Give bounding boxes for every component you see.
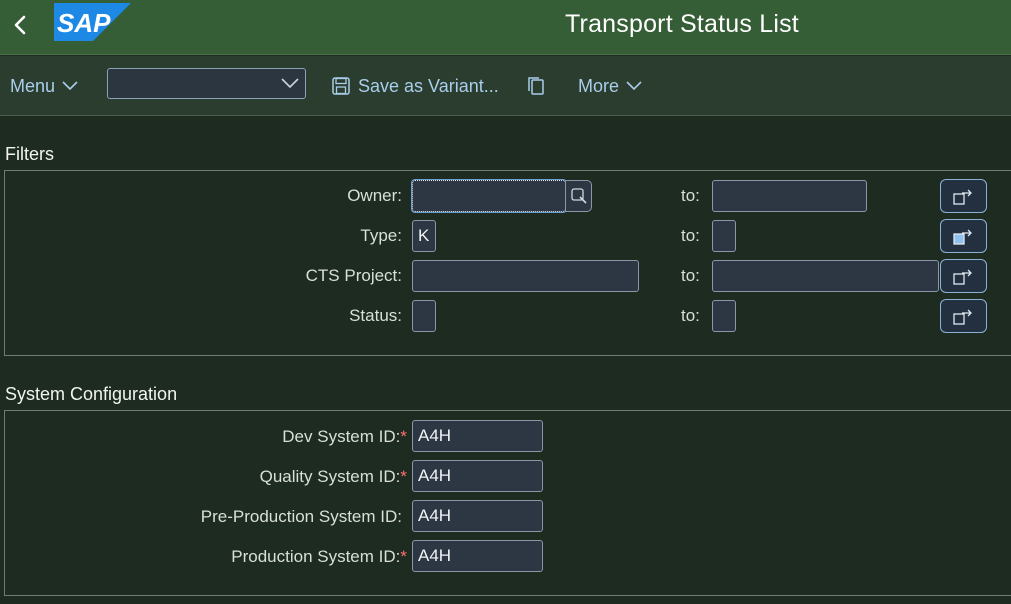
chevron-down-icon bbox=[62, 81, 78, 91]
chevron-down-icon bbox=[281, 78, 299, 89]
owner-to-label: to: bbox=[681, 186, 700, 205]
page-title: Transport Status List bbox=[565, 10, 799, 38]
multiple-selection-icon bbox=[952, 269, 972, 285]
owner-label: Owner: bbox=[347, 186, 402, 205]
multiple-selection-icon bbox=[952, 189, 972, 205]
copy-icon bbox=[528, 77, 544, 95]
quality-system-id-label: Quality System ID:* bbox=[260, 467, 407, 487]
status-multiple-selection-button[interactable] bbox=[940, 299, 987, 333]
menu-label: Menu bbox=[10, 75, 56, 96]
toolbar: Menu Save as Variant... More bbox=[0, 56, 1011, 116]
save-as-variant-label: Save as Variant... bbox=[358, 75, 499, 96]
cts-project-to-label: to: bbox=[681, 266, 700, 285]
menu-button[interactable]: Menu bbox=[10, 73, 78, 99]
required-marker: * bbox=[400, 427, 407, 446]
owner-multiple-selection-button[interactable] bbox=[940, 179, 987, 213]
dev-system-id-input[interactable]: A4H bbox=[412, 420, 543, 452]
system-config-title: System Configuration bbox=[5, 384, 178, 404]
shell-header: SAP Transport Status List bbox=[0, 0, 1011, 55]
filters-title: Filters bbox=[5, 144, 54, 164]
type-label: Type: bbox=[360, 226, 402, 245]
production-system-id-input[interactable]: A4H bbox=[412, 540, 543, 572]
cts-project-to-input[interactable] bbox=[712, 260, 939, 292]
value-help-icon bbox=[570, 188, 587, 204]
more-button[interactable]: More bbox=[578, 73, 642, 99]
preprod-system-id-label-text: Pre-Production System ID: bbox=[200, 507, 402, 526]
preprod-system-id-input[interactable]: A4H bbox=[412, 500, 543, 532]
logo-text: SAP bbox=[57, 8, 111, 38]
status-from-input[interactable] bbox=[412, 300, 436, 332]
multiple-selection-icon bbox=[952, 309, 972, 325]
cts-project-multiple-selection-button[interactable] bbox=[940, 259, 987, 293]
required-marker: * bbox=[400, 467, 407, 486]
variant-dropdown[interactable] bbox=[107, 68, 306, 99]
required-marker: * bbox=[400, 547, 407, 566]
preprod-system-id-label: Pre-Production System ID: bbox=[201, 507, 402, 527]
owner-value-help-button[interactable] bbox=[565, 180, 592, 212]
owner-to-input[interactable] bbox=[712, 180, 867, 212]
dev-system-id-label-text: Dev System ID: bbox=[282, 427, 401, 446]
cts-project-label: CTS Project: bbox=[305, 266, 402, 285]
chevron-left-icon bbox=[14, 15, 26, 35]
status-to-input[interactable] bbox=[712, 300, 736, 332]
quality-system-id-input[interactable]: A4H bbox=[412, 460, 543, 492]
type-multiple-selection-button[interactable] bbox=[940, 219, 987, 253]
dev-system-id-label: Dev System ID:* bbox=[282, 427, 407, 447]
chevron-down-icon bbox=[626, 81, 642, 91]
save-icon bbox=[332, 77, 350, 95]
back-button[interactable] bbox=[6, 10, 34, 40]
cts-project-from-input[interactable] bbox=[412, 260, 639, 292]
status-to-label: to: bbox=[681, 306, 700, 325]
sap-logo[interactable]: SAP bbox=[54, 3, 131, 41]
owner-from-input[interactable] bbox=[411, 179, 567, 213]
copy-button[interactable] bbox=[526, 73, 546, 99]
multiple-selection-active-icon bbox=[952, 229, 972, 245]
type-to-label: to: bbox=[681, 226, 700, 245]
quality-system-id-label-text: Quality System ID: bbox=[259, 467, 401, 486]
more-label: More bbox=[578, 75, 620, 96]
type-to-input[interactable] bbox=[712, 220, 736, 252]
status-label: Status: bbox=[349, 306, 402, 325]
production-system-id-label-text: Production System ID: bbox=[231, 547, 401, 566]
type-from-input[interactable]: K bbox=[412, 220, 436, 252]
save-as-variant-button[interactable]: Save as Variant... bbox=[332, 73, 499, 99]
production-system-id-label: Production System ID:* bbox=[231, 547, 407, 567]
